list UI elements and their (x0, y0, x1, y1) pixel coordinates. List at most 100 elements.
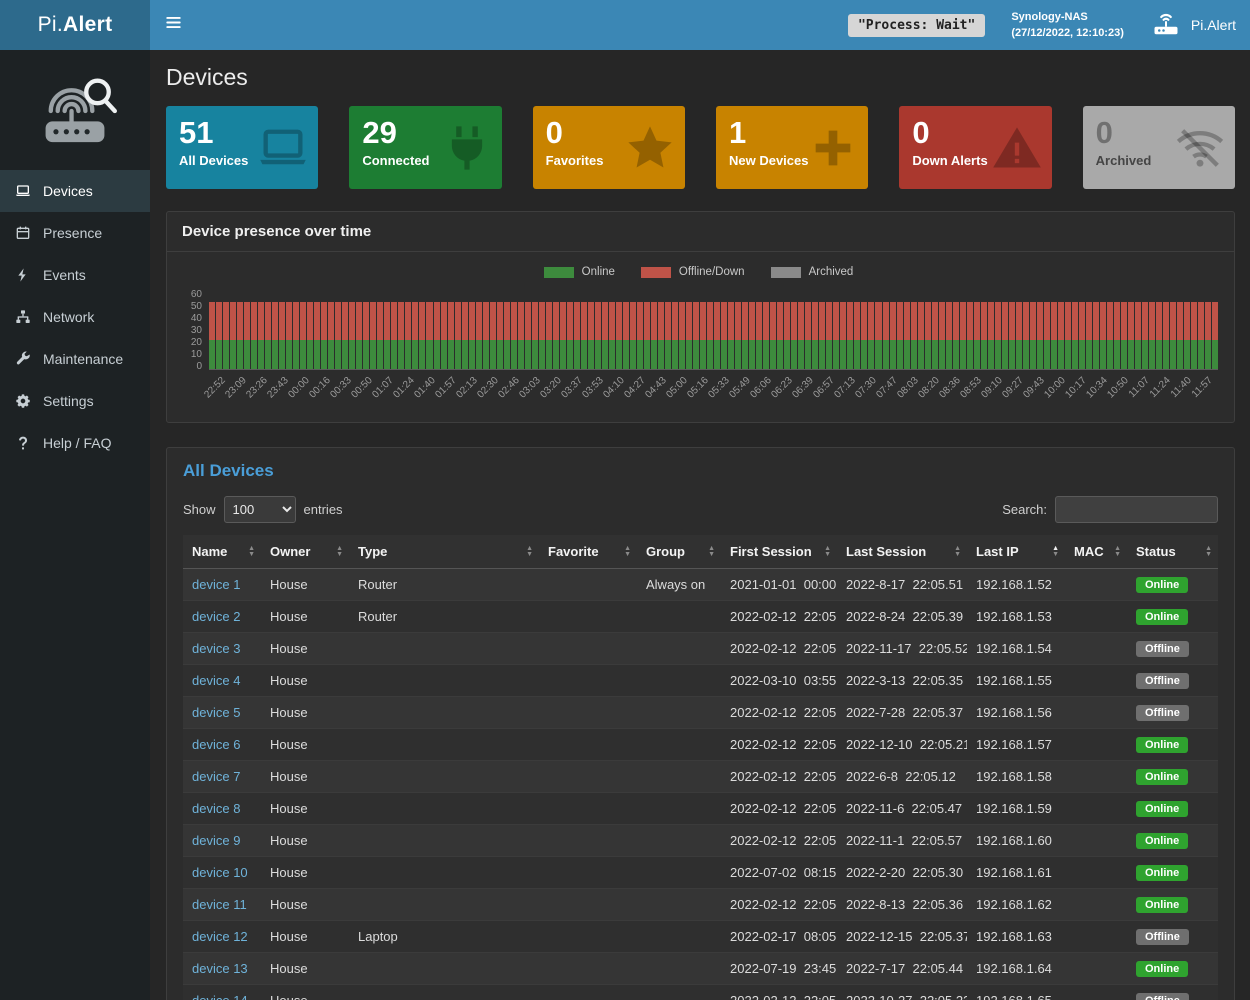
sort-icon[interactable]: ▲▼ (954, 546, 961, 558)
legend-item-archived[interactable]: Archived (771, 266, 854, 278)
device-link[interactable]: device 7 (192, 769, 240, 784)
chart-bar (883, 290, 889, 369)
column-header-favorite[interactable]: Favorite▲▼ (539, 535, 637, 569)
sidebar-item-devices[interactable]: Devices (0, 170, 150, 212)
chart-bar (223, 290, 229, 369)
network-icon (15, 309, 32, 325)
chart-bar (623, 290, 629, 369)
table-header-row: Name▲▼Owner▲▼Type▲▼Favorite▲▼Group▲▼Firs… (183, 535, 1218, 569)
card-new-devices[interactable]: 1New Devices (716, 106, 868, 189)
chart-bar (693, 290, 699, 369)
device-link[interactable]: device 10 (192, 865, 248, 880)
star-icon (624, 122, 676, 174)
cell-owner: House (261, 793, 349, 825)
sidebar-item-settings[interactable]: Settings (0, 380, 150, 422)
sort-icon[interactable]: ▲▼ (248, 546, 255, 558)
card-connected[interactable]: 29Connected (349, 106, 501, 189)
card-all-devices[interactable]: 51All Devices (166, 106, 318, 189)
chart-bar (960, 290, 966, 369)
sidebar-item-events[interactable]: Events (0, 254, 150, 296)
cell-owner: House (261, 601, 349, 633)
topbar: Pi.Alert "Process: Wait" Synology-NAS (2… (0, 0, 1250, 50)
device-link[interactable]: device 1 (192, 577, 240, 592)
page-length-select[interactable]: 100 (224, 496, 296, 523)
card-archived[interactable]: 0Archived (1083, 106, 1235, 189)
device-link[interactable]: device 3 (192, 641, 240, 656)
chart-bar (300, 290, 306, 369)
cell-favorite (539, 761, 637, 793)
search-input[interactable] (1055, 496, 1218, 523)
user-menu[interactable]: Pi.Alert (1150, 9, 1236, 42)
chart-bar (574, 290, 580, 369)
sidebar-item-maintenance[interactable]: Maintenance (0, 338, 150, 380)
cell-owner: House (261, 985, 349, 1000)
column-header-last-ip[interactable]: Last IP▲▼ (967, 535, 1065, 569)
chart-bar (1191, 290, 1197, 369)
app-logo[interactable]: Pi.Alert (0, 0, 150, 50)
chart-bar (756, 290, 762, 369)
device-link[interactable]: device 2 (192, 609, 240, 624)
chart-bar (819, 290, 825, 369)
chart-bar (1121, 290, 1127, 369)
device-link[interactable]: device 4 (192, 673, 240, 688)
sort-icon[interactable]: ▲▼ (824, 546, 831, 558)
chart-bar (1156, 290, 1162, 369)
chart-bar (686, 290, 692, 369)
sidebar-item-presence[interactable]: Presence (0, 212, 150, 254)
status-badge: Online (1136, 609, 1188, 625)
sort-icon[interactable]: ▲▼ (1205, 546, 1212, 558)
table-row: device 14House2022-02-12 22:052022-10-27… (183, 985, 1218, 1000)
sidebar-toggle-button[interactable] (150, 0, 196, 50)
column-header-group[interactable]: Group▲▼ (637, 535, 721, 569)
legend-item-online[interactable]: Online (544, 266, 615, 278)
sidebar-item-network[interactable]: Network (0, 296, 150, 338)
sort-icon[interactable]: ▲▼ (624, 546, 631, 558)
sidebar-item-help-faq[interactable]: Help / FAQ (0, 422, 150, 464)
sort-icon[interactable]: ▲▼ (1114, 546, 1121, 558)
status-badge: Online (1136, 737, 1188, 753)
cell-type (349, 761, 539, 793)
cell-mac (1065, 921, 1127, 953)
column-header-owner[interactable]: Owner▲▼ (261, 535, 349, 569)
cell-last-session: 2022-7-28 22:05.37 (837, 697, 967, 729)
table-row: device 4House2022-03-10 03:552022-3-13 2… (183, 665, 1218, 697)
card-favorites[interactable]: 0Favorites (533, 106, 685, 189)
chart-bar (588, 290, 594, 369)
column-header-last-session[interactable]: Last Session▲▼ (837, 535, 967, 569)
calendar-icon (15, 225, 32, 241)
device-link[interactable]: device 14 (192, 993, 248, 1000)
column-header-type[interactable]: Type▲▼ (349, 535, 539, 569)
cell-type (349, 825, 539, 857)
sort-icon[interactable]: ▲▼ (526, 546, 533, 558)
chart-bar (476, 290, 482, 369)
cell-name: device 5 (183, 697, 261, 729)
device-link[interactable]: device 8 (192, 801, 240, 816)
cell-status: Offline (1127, 633, 1218, 665)
column-header-status[interactable]: Status▲▼ (1127, 535, 1218, 569)
device-link[interactable]: device 5 (192, 705, 240, 720)
device-link[interactable]: device 9 (192, 833, 240, 848)
cell-first-session: 2022-02-12 22:05 (721, 985, 837, 1000)
legend-item-offline-down[interactable]: Offline/Down (641, 266, 745, 278)
sort-icon[interactable]: ▲▼ (336, 546, 343, 558)
chart-bar (581, 290, 587, 369)
device-link[interactable]: device 11 (192, 897, 247, 912)
device-link[interactable]: device 6 (192, 737, 240, 752)
table-row: device 3House2022-02-12 22:052022-11-17 … (183, 633, 1218, 665)
cell-name: device 11 (183, 889, 261, 921)
card-down-alerts[interactable]: 0Down Alerts (899, 106, 1051, 189)
column-header-mac[interactable]: MAC▲▼ (1065, 535, 1127, 569)
table-row: device 12HouseLaptop2022-02-17 08:052022… (183, 921, 1218, 953)
sort-icon[interactable]: ▲▼ (708, 546, 715, 558)
column-header-first-session[interactable]: First Session▲▼ (721, 535, 837, 569)
device-link[interactable]: device 12 (192, 929, 248, 944)
device-link[interactable]: device 13 (192, 961, 248, 976)
chart-bar (988, 290, 994, 369)
cell-owner: House (261, 697, 349, 729)
cell-favorite (539, 697, 637, 729)
sort-icon[interactable]: ▲▼ (1052, 546, 1059, 558)
cell-last-session: 2022-7-17 22:05.44 (837, 953, 967, 985)
column-header-name[interactable]: Name▲▼ (183, 535, 261, 569)
status-badge: Online (1136, 865, 1188, 881)
chart-bar (209, 290, 215, 369)
